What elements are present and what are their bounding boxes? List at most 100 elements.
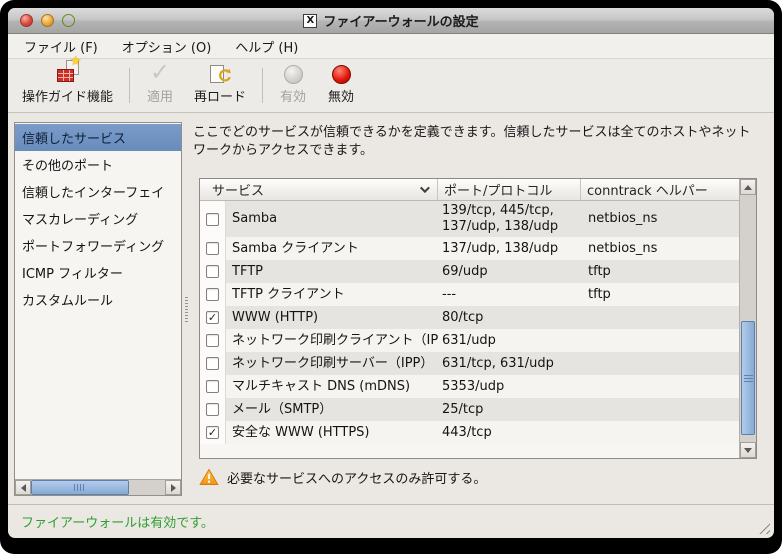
column-header-ports[interactable]: ポート/プロトコル [438,179,581,200]
scroll-right-button[interactable] [165,480,181,495]
table-row[interactable]: Samba クライアント137/udp, 138/udpnetbios_ns [200,237,739,260]
titlebar[interactable]: X ファイアーウォールの設定 [8,8,774,34]
sidebar-item-trusted-interfaces[interactable]: 信頼したインターフェイ [15,178,181,205]
vertical-scrollbar-track[interactable] [740,195,756,442]
firewall-status-text: ファイアーウォールは有効です。 [21,512,214,531]
reload-icon [206,64,234,84]
conntrack-helper-cell [581,362,739,366]
row-cells: TFTP クライアント---tftp [226,283,739,306]
table-row[interactable]: マルチキャスト DNS (mDNS)5353/udp [200,375,739,398]
row-cells: Samba クライアント137/udp, 138/udpnetbios_ns [226,237,739,260]
sidebar-horizontal-scrollbar[interactable] [15,479,181,495]
row-cells: マルチキャスト DNS (mDNS)5353/udp [226,375,739,398]
sidebar: 信頼したサービスその他のポート信頼したインターフェイマスカレーディングポートフォ… [14,122,182,496]
table-row[interactable]: TFTP69/udptftp [200,260,739,283]
column-header-service[interactable]: サービス [200,179,438,200]
table-body: Samba139/tcp, 445/tcp, 137/udp, 138/udpn… [200,201,739,458]
disable-circle-icon [327,64,355,84]
thumb-grip-icon [74,484,86,491]
horizontal-scrollbar-thumb[interactable] [31,480,129,495]
sidebar-item-trusted-services[interactable]: 信頼したサービス [15,124,181,151]
conntrack-helper-cell [581,431,739,435]
maximize-button[interactable] [62,14,75,27]
sidebar-item-icmp-filter[interactable]: ICMP フィルター [15,259,181,286]
reload-button[interactable]: 再ロード [184,62,256,109]
service-checkbox[interactable] [206,380,219,393]
service-name-cell: ネットワーク印刷サーバー（IPP） [226,354,438,374]
table-row[interactable]: ネットワーク印刷サーバー（IPP）631/tcp, 631/udp [200,352,739,375]
table-row[interactable]: ネットワーク印刷クライアント（IPP）631/udp [200,329,739,352]
scroll-up-button[interactable] [740,179,756,195]
description-text: ここでどのサービスが信頼できるかを定義できます。信頼したサービスは全てのホストや… [193,124,760,160]
disable-button[interactable]: 無効 [317,62,365,109]
scroll-left-button[interactable] [15,480,31,495]
checkbox-gutter [200,398,226,421]
service-checkbox[interactable]: ✓ [206,311,219,324]
sidebar-item-custom-rules[interactable]: カスタムルール [15,286,181,313]
checkbox-gutter [200,283,226,306]
minimize-button[interactable] [41,14,54,27]
thumb-grip-icon [744,374,753,382]
warning-row: 必要なサービスへのアクセスのみ許可する。 [199,462,757,492]
table-row[interactable]: TFTP クライアント---tftp [200,283,739,306]
ports-cell: 137/udp, 138/udp [438,239,581,259]
pane-splitter[interactable] [182,122,190,496]
horizontal-scrollbar-track[interactable] [129,480,165,495]
firewall-config-window: X ファイアーウォールの設定 ファイル (F)オプション (O)ヘルプ (H) … [8,8,774,538]
scroll-down-button[interactable] [740,442,756,458]
checkbox-gutter [200,329,226,352]
conntrack-helper-cell: tftp [581,285,739,305]
wizard-button[interactable]: ★操作ガイド機能 [12,62,123,109]
table-row[interactable]: メール（SMTP）25/tcp [200,398,739,421]
toolbar: ★操作ガイド機能✓適用再ロード有効無効 [8,59,774,113]
column-header-service-label: サービス [212,180,264,199]
service-checkbox[interactable] [206,213,219,226]
service-checkbox[interactable] [206,334,219,347]
service-checkbox[interactable] [206,288,219,301]
service-name-cell: 安全な WWW (HTTPS) [226,423,438,443]
table-row[interactable]: ✓安全な WWW (HTTPS)443/tcp [200,421,739,444]
ports-cell: 80/tcp [438,308,581,328]
menu-options[interactable]: オプション (O) [110,34,224,59]
service-checkbox[interactable] [206,403,219,416]
enable-button[interactable]: 有効 [269,62,317,109]
toolbar-separator [262,68,263,103]
enable-circle-icon [279,64,307,84]
service-checkbox[interactable]: ✓ [206,426,219,439]
table-row[interactable]: Samba139/tcp, 445/tcp, 137/udp, 138/udpn… [200,201,739,237]
service-checkbox[interactable] [206,357,219,370]
ports-cell: 631/tcp, 631/udp [438,354,581,374]
apply-button[interactable]: ✓適用 [136,62,184,109]
service-checkbox[interactable] [206,242,219,255]
close-button[interactable] [20,14,33,27]
service-checkbox[interactable] [206,265,219,278]
table-vertical-scrollbar[interactable] [739,179,756,458]
arrow-up-icon [744,185,752,190]
conntrack-helper-cell: netbios_ns [581,239,739,259]
menu-help[interactable]: ヘルプ (H) [223,34,310,59]
content-area: 信頼したサービスその他のポート信頼したインターフェイマスカレーディングポートフォ… [8,113,774,504]
toolbar-button-label: 無効 [328,86,354,105]
arrow-down-icon [744,448,752,453]
service-name-cell: メール（SMTP） [226,400,438,420]
sidebar-item-masquerading[interactable]: マスカレーディング [15,205,181,232]
sidebar-item-other-ports[interactable]: その他のポート [15,151,181,178]
toolbar-button-label: 有効 [280,86,306,105]
vertical-scrollbar-thumb[interactable] [741,321,755,435]
firewall-wizard-icon: ★ [54,58,82,84]
ports-cell: --- [438,285,581,305]
table-row[interactable]: ✓WWW (HTTP)80/tcp [200,306,739,329]
conntrack-helper-cell [581,316,739,320]
conntrack-helper-cell: tftp [581,262,739,282]
service-name-cell: TFTP [226,262,438,282]
toolbar-button-label: 操作ガイド機能 [22,86,113,105]
sidebar-item-port-forwarding[interactable]: ポートフォワーディング [15,232,181,259]
menu-file[interactable]: ファイル (F) [12,34,110,59]
sort-indicator-icon [420,183,430,193]
resize-grip[interactable] [756,520,770,534]
table-header: サービス ポート/プロトコル conntrack ヘルパー [200,179,739,201]
row-cells: Samba139/tcp, 445/tcp, 137/udp, 138/udpn… [226,201,739,237]
ports-cell: 5353/udp [438,377,581,397]
splitter-grip-icon [185,296,188,322]
column-header-helper[interactable]: conntrack ヘルパー [581,179,739,200]
